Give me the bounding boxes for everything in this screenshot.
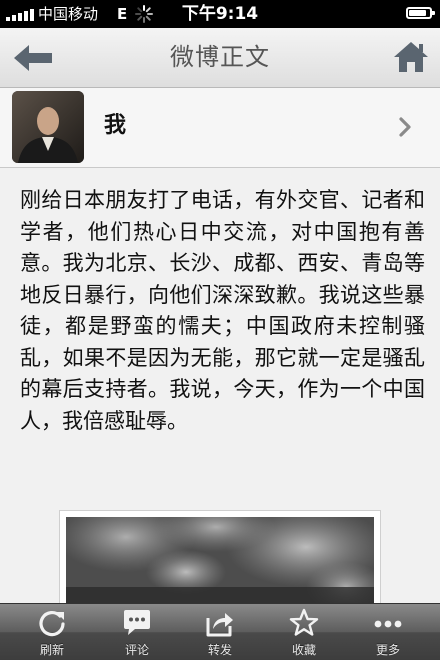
tab-more-label: 更多 <box>375 643 400 657</box>
tab-forward[interactable]: 转发 <box>176 604 264 660</box>
tab-refresh-label: 刷新 <box>39 643 64 657</box>
chevron-right-icon <box>399 117 411 137</box>
crowd-smoke-image <box>66 517 374 605</box>
comment-icon <box>124 610 150 635</box>
battery-icon <box>406 7 435 19</box>
tab-favorite[interactable]: 收藏 <box>260 604 348 660</box>
post-text: 刚给日本朋友打了电话，有外交官、记者和学者，他们热心日中交流，对中国抱有善意。我… <box>20 188 425 433</box>
avatar-portrait-icon <box>12 91 84 163</box>
tab-comment-label: 评论 <box>124 643 149 657</box>
status-bar: 中国移动 E 下午9:14 <box>0 0 440 28</box>
tab-comment[interactable]: 评论 <box>93 604 181 660</box>
avatar[interactable] <box>12 91 84 163</box>
status-time: 下午9:14 <box>181 4 259 24</box>
tab-refresh[interactable]: 刷新 <box>8 604 96 660</box>
share-icon <box>206 613 233 637</box>
author-name[interactable]: 我 <box>104 112 126 140</box>
post-image-photo <box>66 517 374 605</box>
tab-favorite-label: 收藏 <box>291 643 316 657</box>
tab-more[interactable]: 更多 <box>344 604 432 660</box>
bottom-toolbar: 刷新 评论 转发 收藏 更多 <box>0 603 440 660</box>
page-title: 微博正文 <box>170 43 270 71</box>
post-image[interactable] <box>59 510 381 606</box>
nav-bar: 微博正文 <box>0 28 440 88</box>
tab-forward-label: 转发 <box>207 643 232 657</box>
refresh-icon <box>39 610 65 637</box>
author-row[interactable]: 我 <box>0 88 440 168</box>
battery-level <box>409 10 426 16</box>
more-icon <box>374 620 402 628</box>
home-icon[interactable] <box>392 40 430 74</box>
star-icon <box>289 608 319 636</box>
